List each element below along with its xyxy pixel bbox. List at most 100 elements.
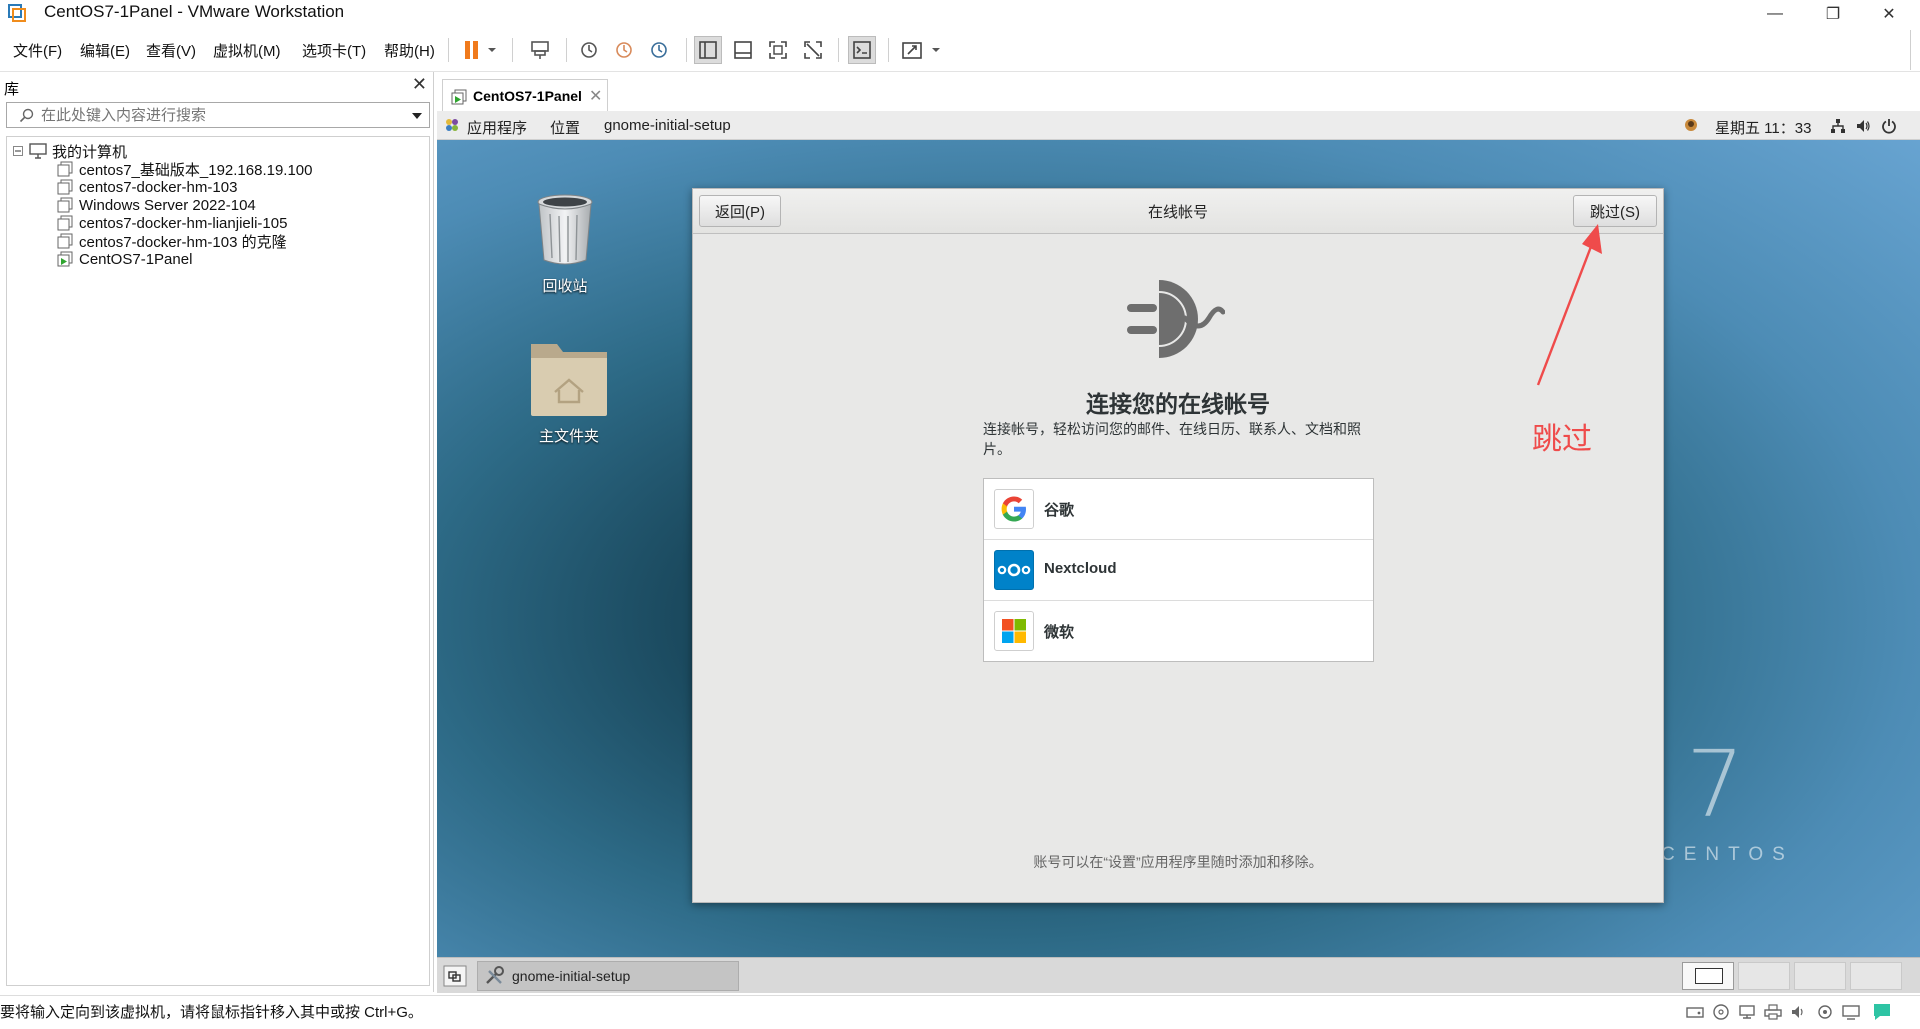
trash-icon[interactable] (535, 192, 595, 266)
hard-disk-icon[interactable] (1686, 1004, 1704, 1020)
toolbar-separator (566, 38, 567, 62)
gnome-applications-menu[interactable]: 应用程序 (467, 117, 527, 138)
tree-item-label: centos7-docker-hm-lianjieli-105 (79, 214, 288, 232)
toolbar-separator (448, 38, 449, 62)
workspace-2[interactable] (1738, 962, 1790, 990)
gnome-current-app[interactable]: gnome-initial-setup (604, 117, 731, 134)
search-icon (19, 108, 34, 123)
vmware-app-icon (8, 4, 26, 22)
library-panel: 库 ✕ 我的计算机 centos7_基础版本_192.168.19.100 ce… (0, 72, 434, 992)
show-desktop-icon[interactable] (443, 965, 467, 987)
library-search[interactable] (6, 102, 430, 128)
provider-microsoft[interactable]: 微软 (984, 601, 1373, 662)
provider-label: 谷歌 (1044, 502, 1075, 519)
close-window-button[interactable]: ✕ (1866, 0, 1912, 27)
pause-icon[interactable] (458, 36, 486, 64)
tree-item-vm[interactable]: centos7_基础版本_192.168.19.100 (57, 159, 313, 179)
display-icon[interactable] (1842, 1004, 1860, 1020)
vm-running-icon (451, 89, 467, 105)
workspace-window-preview (1695, 968, 1723, 984)
tree-item-vm[interactable]: centos7-docker-hm-103 的克隆 (57, 231, 287, 251)
fullscreen-icon[interactable] (764, 36, 792, 64)
status-bar: 要将输入定向到该虚拟机，请将鼠标指针移入其中或按 Ctrl+G。 (0, 995, 1920, 1029)
unity-mode-icon[interactable] (799, 36, 827, 64)
snapshot-icon[interactable] (575, 36, 603, 64)
provider-nextcloud[interactable]: Nextcloud (984, 540, 1373, 601)
user-avatar-icon[interactable] (1684, 118, 1698, 132)
library-search-input[interactable] (41, 105, 381, 125)
chevron-down-icon[interactable] (928, 36, 944, 64)
taskbar-item-label: gnome-initial-setup (512, 968, 631, 984)
power-icon[interactable] (1881, 118, 1897, 134)
dialog-description: 连接帐号，轻松访问您的邮件、在线日历、联系人、文档和照片。 (983, 421, 1361, 457)
vm-running-icon (57, 251, 73, 267)
library-title: 库 (4, 81, 20, 98)
cd-dvd-icon[interactable] (1712, 1004, 1730, 1020)
library-tree: 我的计算机 centos7_基础版本_192.168.19.100 centos… (6, 136, 430, 986)
close-tab-button[interactable]: ✕ (589, 86, 602, 106)
menu-vm[interactable]: 虚拟机(M) (213, 40, 281, 61)
menu-toolbar: 文件(F) 编辑(E) 查看(V) 虚拟机(M) 选项卡(T) 帮助(H) (0, 28, 1920, 72)
console-view-icon[interactable] (848, 36, 876, 64)
send-ctrl-alt-del-icon[interactable] (526, 36, 554, 64)
tree-item-label: Windows Server 2022-104 (79, 196, 256, 214)
microsoft-icon (994, 611, 1034, 651)
centos-wordmark: CENTOS (1661, 844, 1794, 865)
provider-google[interactable]: 谷歌 (984, 479, 1373, 540)
gnome-top-panel: 应用程序 位置 gnome-initial-setup 星期五 11：33 (437, 111, 1920, 140)
stretch-guest-icon[interactable] (898, 36, 926, 64)
tree-item-vm[interactable]: Windows Server 2022-104 (57, 195, 256, 215)
applications-icon (446, 119, 458, 131)
restore-button[interactable]: ❐ (1810, 0, 1856, 27)
menu-file[interactable]: 文件(F) (13, 40, 62, 61)
vm-icon (57, 233, 73, 249)
message-log-icon[interactable] (1872, 1002, 1892, 1022)
gnome-clock[interactable]: 星期五 11：33 (1715, 117, 1811, 138)
menu-view[interactable]: 查看(V) (146, 40, 196, 61)
network-icon[interactable] (1830, 118, 1846, 134)
dialog-footer-note: 账号可以在“设置”应用程序里随时添加和移除。 (1033, 854, 1323, 870)
menu-edit[interactable]: 编辑(E) (80, 40, 130, 61)
dialog-header: 返回(P) 在线帐号 跳过(S) (693, 189, 1663, 234)
gnome-places-menu[interactable]: 位置 (550, 117, 580, 138)
tree-item-vm-running[interactable]: CentOS7-1Panel (57, 249, 192, 269)
revert-snapshot-icon[interactable] (610, 36, 638, 64)
workspace-4[interactable] (1850, 962, 1902, 990)
tab-centos7-1panel[interactable]: CentOS7-1Panel ✕ (442, 79, 608, 111)
network-adapter-icon[interactable] (1738, 1004, 1756, 1020)
computer-icon (29, 143, 47, 159)
dialog-title: 在线帐号 (1147, 204, 1208, 221)
annotation-label: 跳过 (1532, 423, 1592, 456)
workspace-1[interactable] (1682, 962, 1734, 990)
vm-icon (57, 215, 73, 231)
menu-tabs[interactable]: 选项卡(T) (302, 40, 366, 61)
close-library-button[interactable]: ✕ (412, 74, 427, 95)
volume-icon[interactable] (1855, 118, 1871, 134)
collapse-icon[interactable] (13, 146, 23, 156)
snapshot-manager-icon[interactable] (645, 36, 673, 64)
vm-icon (57, 161, 73, 177)
menu-help[interactable]: 帮助(H) (384, 40, 435, 61)
thumbnail-bar-icon[interactable] (729, 36, 757, 64)
sound-card-icon[interactable] (1790, 1004, 1808, 1020)
dialog-heading: 连接您的在线帐号 (1086, 391, 1270, 417)
setup-tools-icon (486, 966, 504, 984)
chevron-down-icon[interactable] (411, 112, 423, 120)
account-provider-list: 谷歌 Nextcloud 微软 (983, 478, 1374, 662)
trash-label: 回收站 (542, 278, 588, 295)
nextcloud-icon (994, 550, 1034, 590)
usb-icon[interactable] (1816, 1004, 1834, 1020)
provider-label: 微软 (1044, 624, 1075, 641)
tree-item-vm[interactable]: centos7-docker-hm-103 (57, 177, 237, 197)
minimize-button[interactable]: — (1752, 0, 1798, 27)
printer-icon[interactable] (1764, 1004, 1782, 1020)
home-folder-icon[interactable] (527, 336, 611, 418)
chevron-down-icon[interactable] (484, 36, 500, 64)
guest-taskbar: gnome-initial-setup (437, 957, 1920, 993)
status-message: 要将输入定向到该虚拟机，请将鼠标指针移入其中或按 Ctrl+G。 (0, 1004, 423, 1021)
taskbar-item[interactable]: gnome-initial-setup (477, 961, 739, 991)
toolbar-separator (838, 38, 839, 62)
workspace-3[interactable] (1794, 962, 1846, 990)
toolbar-separator (888, 38, 889, 62)
library-view-icon[interactable] (694, 36, 722, 64)
